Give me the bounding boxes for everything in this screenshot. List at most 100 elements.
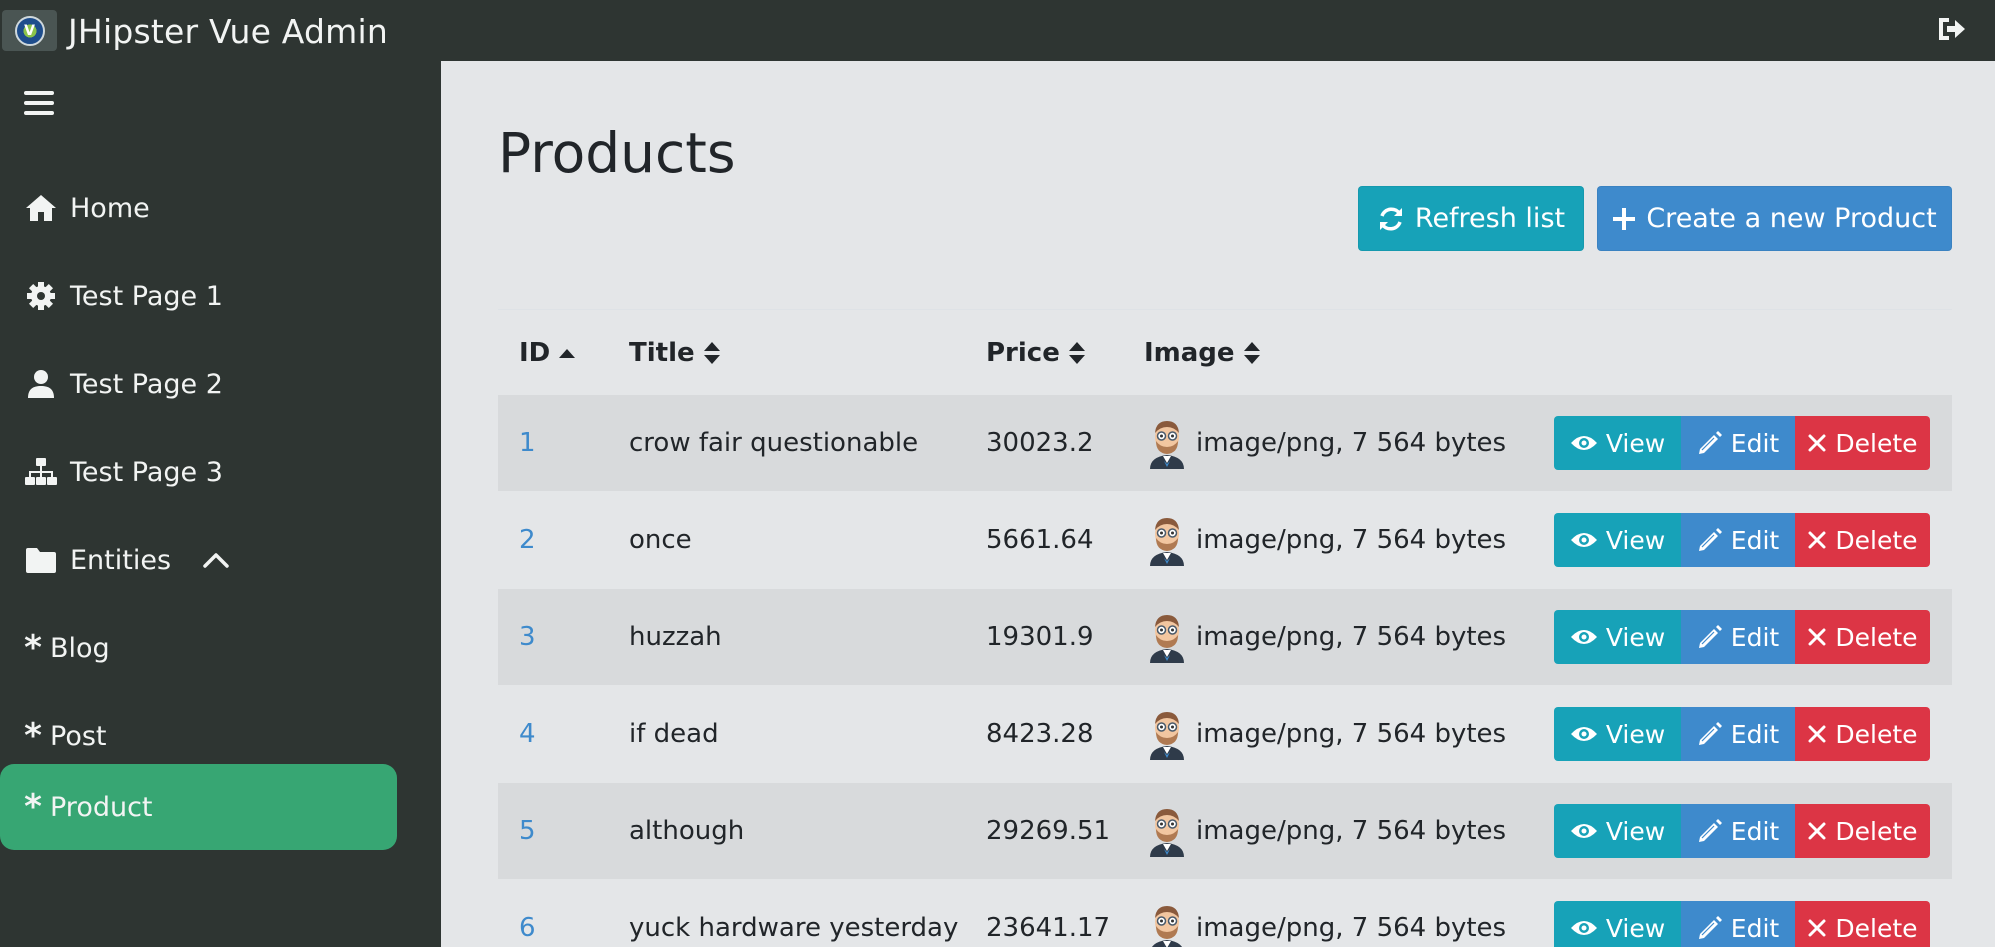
sidebar-item-entities[interactable]: Entities <box>0 517 397 603</box>
edit-button[interactable]: Edit <box>1681 610 1795 664</box>
view-button[interactable]: View <box>1554 610 1681 664</box>
main-content: Products Refresh list Create a new Produ… <box>441 61 1995 947</box>
eye-icon <box>1570 436 1597 450</box>
product-image-thumbnail[interactable] <box>1144 805 1190 857</box>
product-price-cell: 23641.17 <box>986 913 1111 943</box>
sidebar-item-home[interactable]: Home <box>0 165 397 251</box>
sidebar-item-test-page-3[interactable]: Test Page 3 <box>0 429 397 515</box>
close-icon <box>1808 434 1826 452</box>
table-row: 1 crow fair questionable 30023.2 image/png,… <box>498 395 1952 491</box>
product-id-link[interactable]: 2 <box>519 525 536 555</box>
product-id-link[interactable]: 4 <box>519 719 536 749</box>
home-icon <box>24 191 58 225</box>
create-product-button[interactable]: Create a new Product <box>1597 186 1952 251</box>
product-image-cell: image/png, 7 564 bytes <box>1144 589 1506 685</box>
sidebar-item-test-page-2[interactable]: Test Page 2 <box>0 341 397 427</box>
close-icon <box>1808 919 1826 937</box>
product-id-link[interactable]: 3 <box>519 622 536 652</box>
product-id-cell: 2 <box>519 492 536 588</box>
sidebar-item-blog[interactable]: * Blog <box>0 605 397 691</box>
edit-button[interactable]: Edit <box>1681 707 1795 761</box>
product-image-info: image/png, 7 564 bytes <box>1196 719 1507 749</box>
delete-button[interactable]: Delete <box>1795 416 1930 470</box>
product-price-cell: 8423.28 <box>986 719 1094 749</box>
product-image-info: image/png, 7 564 bytes <box>1196 525 1507 555</box>
refresh-list-label: Refresh list <box>1414 203 1566 234</box>
product-price-cell: 19301.9 <box>986 622 1094 652</box>
product-title-cell: crow fair questionable <box>629 428 919 458</box>
eye-icon <box>1570 533 1597 547</box>
column-header-image[interactable]: Image <box>1144 338 1261 368</box>
chevron-up-icon[interactable] <box>201 549 231 571</box>
user-icon <box>24 367 58 401</box>
row-actions: View Edit Delete <box>1554 610 1930 664</box>
asterisk-icon: * <box>24 787 42 827</box>
product-id-cell: 1 <box>519 395 536 491</box>
logout-icon[interactable] <box>1935 14 1967 44</box>
hamburger-menu-icon[interactable] <box>24 91 54 119</box>
edit-button[interactable]: Edit <box>1681 416 1795 470</box>
delete-button[interactable]: Delete <box>1795 707 1930 761</box>
product-image-thumbnail[interactable] <box>1144 708 1190 760</box>
view-button[interactable]: View <box>1554 804 1681 858</box>
product-image-thumbnail[interactable] <box>1144 514 1190 566</box>
product-image-info: image/png, 7 564 bytes <box>1196 913 1507 943</box>
sidebar: Home Test Page 1 Test Page 2 Test Page 3… <box>0 61 441 947</box>
sort-icon <box>1068 341 1085 364</box>
product-image-thumbnail[interactable] <box>1144 611 1190 663</box>
product-image-thumbnail[interactable] <box>1144 902 1190 947</box>
product-price-cell: 5661.64 <box>986 525 1094 555</box>
refresh-list-button[interactable]: Refresh list <box>1358 186 1584 251</box>
asterisk-icon: * <box>24 716 42 756</box>
table-row: 6 yuck hardware yesterday 23641.17 image/pn… <box>498 880 1952 947</box>
delete-button[interactable]: Delete <box>1795 804 1930 858</box>
pencil-icon <box>1698 916 1722 939</box>
plus-icon <box>1613 207 1636 230</box>
table-header: ID Title Price Image <box>498 309 1952 395</box>
product-image-cell: image/png, 7 564 bytes <box>1144 395 1506 491</box>
product-image-cell: image/png, 7 564 bytes <box>1144 783 1506 879</box>
edit-button[interactable]: Edit <box>1681 804 1795 858</box>
product-title-cell: although <box>629 816 745 846</box>
product-id-link[interactable]: 5 <box>519 816 536 846</box>
sidebar-item-label: Test Page 1 <box>70 280 223 312</box>
delete-button[interactable]: Delete <box>1795 901 1930 947</box>
view-button[interactable]: View <box>1554 513 1681 567</box>
pencil-icon <box>1698 528 1722 551</box>
product-image-thumbnail[interactable] <box>1144 417 1190 469</box>
folder-icon <box>24 543 58 577</box>
delete-button[interactable]: Delete <box>1795 610 1930 664</box>
products-table: ID Title Price Image 1 crow fair question… <box>498 309 1952 947</box>
product-image-info: image/png, 7 564 bytes <box>1196 428 1507 458</box>
view-button[interactable]: View <box>1554 901 1681 947</box>
sidebar-item-product[interactable]: * Product <box>0 764 397 850</box>
table-row: 5 although 29269.51 image/png, 7 564 bytes V… <box>498 783 1952 879</box>
view-button[interactable]: View <box>1554 416 1681 470</box>
refresh-icon <box>1379 206 1402 231</box>
table-row: 3 huzzah 19301.9 image/png, 7 564 bytes View… <box>498 589 1952 685</box>
app-logo[interactable]: V <box>2 10 57 51</box>
product-price-cell: 30023.2 <box>986 428 1094 458</box>
product-id-link[interactable]: 1 <box>519 428 536 458</box>
row-actions: View Edit Delete <box>1554 513 1930 567</box>
brand-title[interactable]: JHipster Vue Admin <box>68 12 388 51</box>
view-button[interactable]: View <box>1554 707 1681 761</box>
close-icon <box>1808 822 1826 840</box>
product-title-cell: if dead <box>629 719 719 749</box>
product-title-cell: huzzah <box>629 622 722 652</box>
sort-asc-icon <box>559 348 576 358</box>
jhipster-logo-icon: V <box>14 15 45 46</box>
product-id-link[interactable]: 6 <box>519 913 536 943</box>
row-actions: View Edit Delete <box>1554 416 1930 470</box>
sort-icon <box>703 341 720 364</box>
edit-button[interactable]: Edit <box>1681 901 1795 947</box>
column-header-title[interactable]: Title <box>629 338 721 368</box>
column-header-price[interactable]: Price <box>986 338 1086 368</box>
delete-button[interactable]: Delete <box>1795 513 1930 567</box>
edit-button[interactable]: Edit <box>1681 513 1795 567</box>
page-title: Products <box>498 121 736 185</box>
sidebar-item-test-page-1[interactable]: Test Page 1 <box>0 253 397 339</box>
column-header-id[interactable]: ID <box>519 338 576 368</box>
close-icon <box>1808 531 1826 549</box>
sort-icon <box>1243 341 1260 364</box>
